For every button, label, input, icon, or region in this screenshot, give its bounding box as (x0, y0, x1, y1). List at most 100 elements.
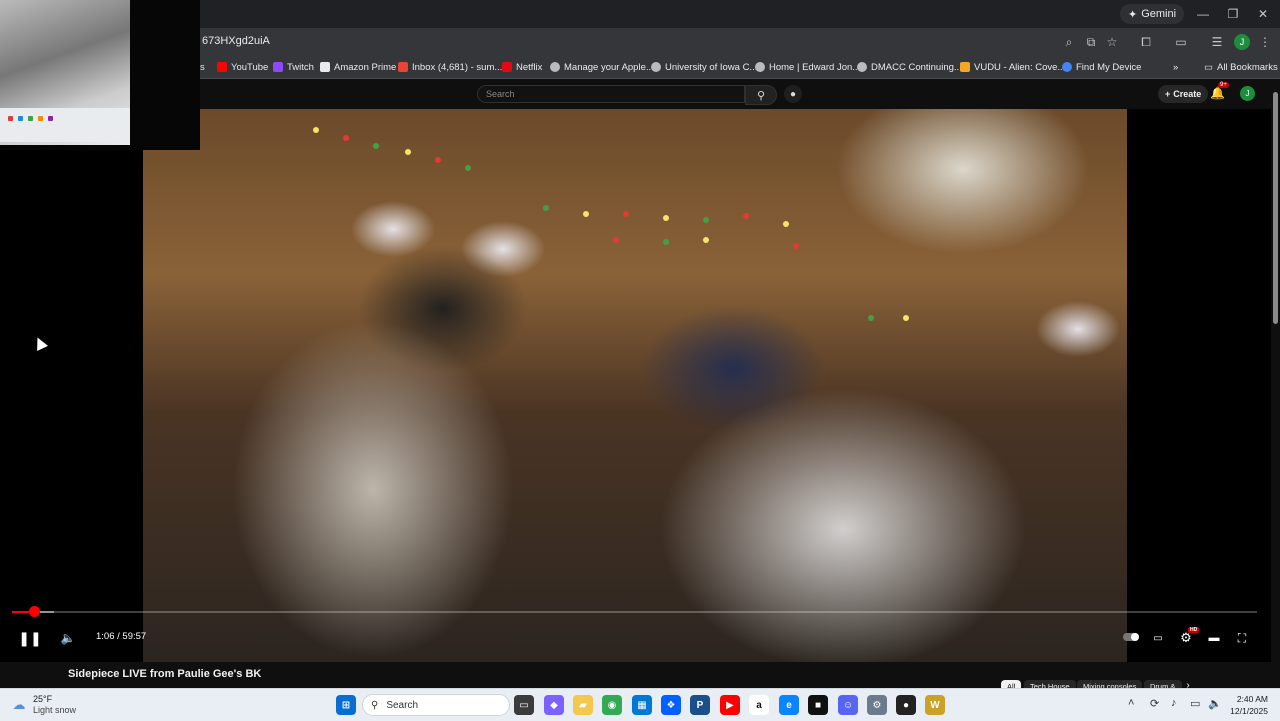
tray-chevron-up-icon[interactable]: ˄ (1128, 697, 1134, 709)
minimize-button[interactable]: — (1188, 0, 1218, 28)
fullscreen-button[interactable]: ⛶ (1232, 628, 1252, 648)
string-light (583, 211, 589, 217)
windows-taskbar: ☁ 25°F Light snow ⊞ ⚲ Search ▭ ◆ ▰ ◉ ▦ ❖… (0, 688, 1280, 721)
voice-search-button[interactable]: ● (784, 85, 802, 103)
video-frame[interactable] (143, 109, 1127, 662)
microphone-icon: ● (789, 88, 797, 100)
settings-taskbar-icon[interactable]: ⚙ (867, 695, 887, 715)
pause-icon: ❚❚ (18, 629, 42, 646)
string-light (343, 135, 349, 141)
string-light (663, 239, 669, 245)
notification-count-badge: 9+ (1218, 82, 1229, 88)
search-input[interactable]: Search (477, 85, 745, 103)
bookmark-university-iowa[interactable]: University of Iowa C... (651, 59, 757, 75)
mouse-cursor (32, 335, 48, 351)
search-button[interactable]: ⚲ (745, 85, 777, 105)
edge-icon[interactable]: e (779, 695, 799, 715)
file-explorer-icon[interactable]: ▰ (573, 695, 593, 715)
gemini-button[interactable]: ✦ Gemini (1120, 4, 1185, 24)
restore-button[interactable]: ❐ (1218, 0, 1248, 28)
bookmark-youtube[interactable]: YouTube (217, 59, 268, 75)
weather-temp[interactable]: 25°F (33, 694, 52, 704)
store-icon[interactable]: ▦ (632, 695, 652, 715)
search-icon: ⚲ (756, 89, 766, 102)
task-view-icon[interactable]: ▭ (514, 695, 534, 715)
url-field[interactable]: 673HXgd2uiA (202, 35, 270, 47)
google-icon (1062, 62, 1072, 72)
theater-mode-button[interactable]: ▬ (1204, 628, 1224, 648)
chrome-icon[interactable]: ◉ (602, 695, 622, 715)
bookmark-apple[interactable]: Manage your Apple... (550, 59, 654, 75)
tab-search-icon[interactable]: ▭ (1172, 33, 1190, 51)
world-of-warcraft-icon[interactable]: W (925, 695, 945, 715)
cast-icon[interactable]: ⧉ (1082, 33, 1100, 51)
captions-button[interactable]: ▭ (1148, 628, 1168, 648)
plus-icon: + (1165, 89, 1171, 99)
hd-badge: HD (1188, 627, 1200, 633)
time-current: 1:06 (96, 631, 115, 642)
page-scrollbar[interactable] (1271, 82, 1280, 662)
sync-icon[interactable]: ⟳ (1150, 697, 1159, 710)
netflix-icon (502, 62, 512, 72)
string-light (783, 221, 789, 227)
youtube-taskbar-icon[interactable]: ▶ (720, 695, 740, 715)
microphone-tray-icon[interactable]: ♪ (1171, 697, 1177, 709)
volume-icon: 🔈 (60, 631, 76, 645)
folder-icon: ▭ (1204, 61, 1213, 73)
bookmark-inbox[interactable]: Inbox (4,681) - sum... (398, 59, 502, 75)
scroll-thumb[interactable] (1273, 92, 1278, 324)
bookmark-vudu[interactable]: VUDU - Alien: Cove... (960, 59, 1065, 75)
all-bookmarks[interactable]: ▭ All Bookmarks (1204, 59, 1278, 75)
app-taskbar-icon[interactable]: ● (896, 695, 916, 715)
app-icon[interactable]: P (690, 695, 710, 715)
more-menu-icon[interactable]: ⋮ (1256, 33, 1274, 51)
discord-icon[interactable]: ☺ (838, 695, 858, 715)
bookmark-dmacc[interactable]: DMACC Continuing... (857, 59, 962, 75)
progress-track[interactable] (12, 611, 1257, 613)
bookmark-netflix[interactable]: Netflix (502, 59, 542, 75)
sparkle-icon: ✦ (1128, 8, 1138, 21)
close-button[interactable]: ✕ (1248, 0, 1278, 28)
game-launcher-icon[interactable]: ■ (808, 695, 828, 715)
globe-icon (755, 62, 765, 72)
bookmark-amazon-prime[interactable]: Amazon Prime (320, 59, 396, 75)
clock-time[interactable]: 2:40 AM (1224, 694, 1268, 704)
string-light (663, 215, 669, 221)
string-light (743, 213, 749, 219)
copilot-icon[interactable]: ◆ (544, 695, 564, 715)
zoom-icon[interactable]: ⌕ (1060, 33, 1078, 51)
autoplay-toggle[interactable] (1123, 633, 1139, 641)
speaker-icon[interactable]: 🔈 (1208, 697, 1222, 710)
bookmark-item[interactable]: s (200, 59, 205, 75)
clock-date[interactable]: 12/1/2025 (1224, 706, 1268, 716)
amazon-taskbar-icon[interactable]: a (749, 695, 769, 715)
weather-desc[interactable]: Light snow (33, 705, 76, 715)
amazon-icon (320, 62, 330, 72)
profile-avatar[interactable]: J (1234, 34, 1250, 50)
time-total: 59:57 (122, 631, 147, 642)
twitch-icon (273, 62, 283, 72)
dropbox-icon[interactable]: ❖ (661, 695, 681, 715)
bookmark-edward-jones[interactable]: Home | Edward Jon... (755, 59, 860, 75)
network-icon[interactable]: ▭ (1190, 697, 1200, 710)
create-button[interactable]: + Create (1158, 85, 1209, 103)
gmail-icon (398, 62, 408, 72)
below-player-area: Sidepiece LIVE from Paulie Gee's BK All … (0, 662, 1280, 692)
taskbar-search[interactable]: ⚲ Search (362, 694, 510, 716)
time-display: 1:06 / 59:57 (96, 631, 147, 642)
bookmark-twitch[interactable]: Twitch (273, 59, 314, 75)
bookmarks-overflow-icon[interactable]: » (1173, 59, 1178, 75)
volume-button[interactable]: 🔈 (58, 628, 78, 648)
reading-list-icon[interactable]: ☰ (1208, 33, 1226, 51)
bookmark-find-my-device[interactable]: Find My Device (1062, 59, 1141, 75)
notifications-bell-icon[interactable]: 🔔 (1210, 86, 1225, 100)
weather-icon[interactable]: ☁ (9, 695, 29, 715)
account-avatar[interactable]: J (1240, 86, 1255, 101)
pause-button[interactable]: ❚❚ (18, 628, 42, 648)
extensions-icon[interactable]: ⧠ (1137, 33, 1155, 51)
video-player[interactable] (0, 109, 1280, 662)
start-windows-icon[interactable]: ⊞ (336, 695, 356, 715)
string-light (465, 165, 471, 171)
string-light (373, 143, 379, 149)
bookmark-star-icon[interactable]: ☆ (1103, 33, 1121, 51)
